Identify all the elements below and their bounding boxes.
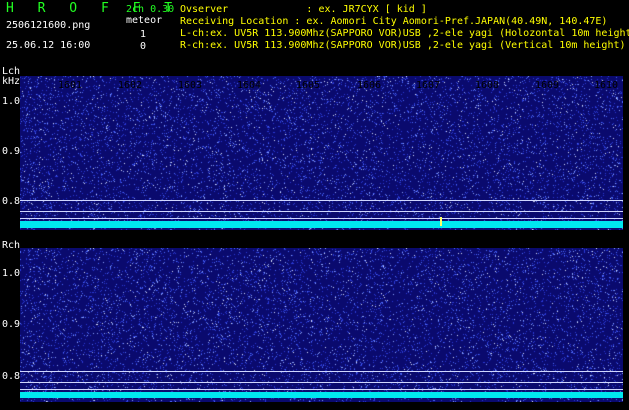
xtick-1604: 1604 — [237, 80, 262, 91]
observer-info: Ovserver : ex. JR7CYX [ kid ] — [180, 4, 427, 15]
lch-ref-line — [20, 218, 623, 219]
xtick-1610: 1610 — [594, 80, 619, 91]
rch-spectrogram — [20, 248, 623, 402]
xtick-1603: 1603 — [178, 80, 203, 91]
datetime: 25.06.12 16:00 — [6, 40, 91, 51]
lch-info: L-ch:ex. UV5R 113.900Mhz(SAPPORO VOR)USB… — [180, 28, 629, 39]
xtick-1602: 1602 — [118, 80, 143, 91]
lch-ref-line — [20, 200, 623, 201]
rch-ref-line — [20, 389, 623, 390]
meteor-label: meteor — [126, 15, 163, 26]
rch-ytick-0-8: 0.8 — [2, 371, 21, 382]
lch-ytick-0-9: 0.9 — [2, 146, 21, 157]
lch-ytick-1-0: 1.0 — [2, 96, 21, 107]
lch-unit-label: kHz — [2, 76, 21, 87]
lch-spectrogram — [20, 76, 623, 230]
lch-baseline-signal — [20, 221, 623, 228]
filename: 2506121600.png — [6, 20, 91, 31]
lch-ytick-0-8: 0.8 — [2, 196, 21, 207]
xtick-1609: 1609 — [535, 80, 560, 91]
xtick-1601: 1601 — [58, 80, 83, 91]
xtick-1608: 1608 — [475, 80, 500, 91]
rch-ytick-1-0: 1.0 — [2, 268, 21, 279]
rch-info: R-ch:ex. UV5R 113.900Mhz(SAPPORO VOR)USB… — [180, 40, 626, 51]
rch-noise — [20, 248, 623, 402]
xtick-1606: 1606 — [357, 80, 382, 91]
rch-label: Rch — [2, 240, 21, 251]
xtick-1605: 1605 — [296, 80, 321, 91]
rch-meteor-count: 0 — [140, 41, 147, 52]
location-info: Receiving Location : ex. Aomori City Aom… — [180, 16, 608, 27]
rch-ref-line — [20, 371, 623, 372]
lch-meteor-mark — [440, 217, 442, 226]
rch-ytick-0-9: 0.9 — [2, 319, 21, 330]
lch-meteor-count: 1 — [140, 29, 147, 40]
xtick-1607: 1607 — [416, 80, 441, 91]
lch-noise — [20, 76, 623, 230]
rch-baseline-signal — [20, 392, 623, 398]
lch-ref-line — [20, 211, 623, 212]
rch-ref-line — [20, 382, 623, 383]
